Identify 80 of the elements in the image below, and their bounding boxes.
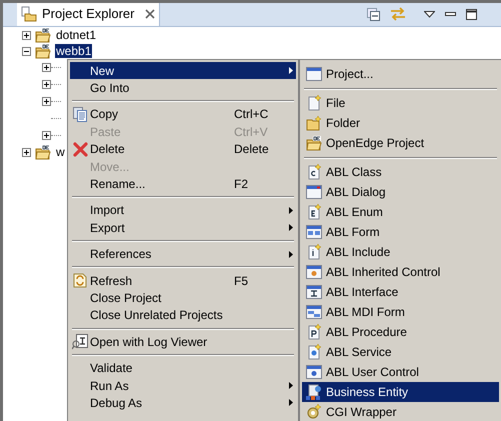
tree-item[interactable]: w (55, 145, 66, 159)
expand-icon[interactable] (42, 97, 51, 106)
menu-item[interactable]: References (70, 246, 296, 263)
new-project-icon (306, 67, 322, 81)
menu-item[interactable]: ABL MDI Form (302, 302, 499, 322)
submenu-arrow-icon (289, 399, 293, 406)
interface-icon (306, 285, 322, 299)
menu-item[interactable]: Import (70, 202, 296, 220)
close-icon[interactable] (145, 9, 156, 19)
service-file-icon (306, 344, 322, 360)
new-folder-icon (306, 116, 322, 130)
log-viewer-icon (72, 334, 88, 350)
collapse-all-icon[interactable] (367, 8, 380, 20)
menu-item[interactable]: Validate (70, 359, 296, 377)
delete-icon (72, 142, 88, 157)
menu-item[interactable]: Delete Delete (70, 140, 296, 158)
menu-item[interactable]: ABL Interface (302, 282, 499, 302)
tree-item[interactable]: dotnet1 (55, 28, 98, 42)
expand-icon[interactable] (22, 30, 31, 40)
menu-item[interactable]: Go Into (70, 79, 296, 97)
menu-item[interactable]: Copy Ctrl+C (70, 106, 296, 124)
view-menu-icon[interactable] (424, 10, 435, 18)
menu-item[interactable]: Close Project (70, 289, 296, 307)
view-title: Project Explorer (42, 5, 134, 24)
submenu-arrow-icon (289, 206, 293, 214)
expand-icon[interactable] (42, 80, 51, 89)
submenu-arrow-icon (289, 250, 293, 258)
menu-item[interactable]: ABL Dialog (302, 182, 499, 202)
form-icon (306, 225, 322, 239)
expand-icon[interactable] (42, 63, 51, 72)
menu-item[interactable]: Debug As (70, 394, 296, 412)
menu-item[interactable]: ABL Inherited Control (302, 262, 499, 282)
control-icon (306, 265, 322, 279)
enum-file-icon (306, 204, 322, 220)
menu-item[interactable]: File (302, 93, 499, 113)
submenu-arrow-icon (289, 67, 293, 74)
menu-item[interactable]: Business Entity (302, 382, 499, 402)
menu-item[interactable]: ABL User Control (302, 362, 499, 382)
menu-item[interactable]: OpenEdge Project (302, 133, 499, 153)
view-tab[interactable]: Project Explorer (17, 3, 160, 26)
menu-item[interactable]: ABL Form (302, 222, 499, 242)
include-file-icon (306, 244, 322, 260)
menu-item[interactable]: Export (70, 219, 296, 237)
business-entity-icon (306, 384, 322, 400)
menu-item[interactable]: New (70, 62, 296, 80)
menu-item[interactable]: ABL Service (302, 342, 499, 362)
new-file-icon (306, 95, 322, 111)
expand-icon[interactable] (42, 131, 51, 140)
menu-item[interactable]: Project... (302, 64, 499, 84)
menu-item[interactable]: CGI Wrapper (302, 402, 499, 421)
project-folder-icon (35, 144, 51, 160)
menu-item[interactable]: Refresh F5 (70, 272, 296, 290)
menu-item[interactable]: Open with Log Viewer (70, 333, 296, 350)
refresh-icon (73, 273, 87, 288)
collapse-icon[interactable] (22, 46, 31, 56)
menu-item[interactable]: Rename... F2 (70, 175, 296, 193)
dialog-icon (306, 185, 322, 199)
menu-item[interactable]: ABL Enum (302, 202, 499, 222)
copy-icon (72, 106, 88, 122)
project-folder-icon (35, 28, 51, 42)
tree-item[interactable]: webb1 (55, 44, 92, 58)
mdi-form-icon (306, 305, 322, 319)
minimize-icon[interactable] (445, 12, 456, 16)
submenu-arrow-icon (289, 382, 293, 390)
procedure-file-icon (306, 324, 322, 340)
menu-item[interactable]: Run As (70, 376, 296, 394)
project-folder-icon (35, 44, 51, 58)
menu-item[interactable]: ABL Include (302, 242, 499, 262)
expand-icon[interactable] (22, 148, 31, 156)
menu-item[interactable]: Folder (302, 113, 499, 133)
maximize-icon[interactable] (466, 8, 477, 20)
submenu-arrow-icon (289, 224, 293, 232)
menu-item[interactable]: ABL Procedure (302, 322, 499, 342)
explorer-icon (21, 6, 37, 22)
menu-item[interactable]: ABL Class (302, 162, 499, 182)
user-control-icon (306, 365, 322, 379)
menu-item[interactable]: Close Unrelated Projects (70, 306, 296, 324)
project-folder-icon (306, 136, 322, 150)
gear-icon (306, 404, 322, 420)
class-file-icon (306, 164, 322, 180)
